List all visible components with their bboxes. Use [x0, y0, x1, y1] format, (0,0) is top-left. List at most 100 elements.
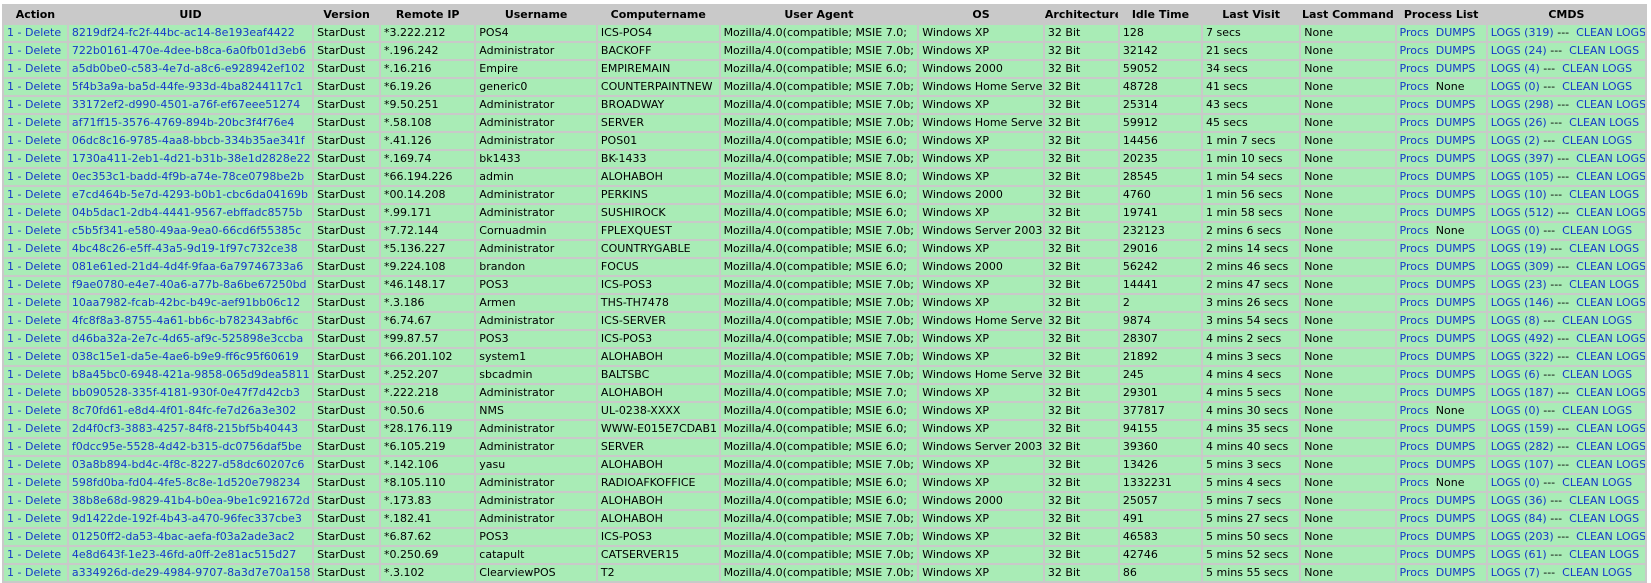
delete-link[interactable]: Delete: [25, 62, 61, 75]
delete-link[interactable]: Delete: [25, 350, 61, 363]
dumps-link[interactable]: DUMPS: [1436, 134, 1476, 147]
logs-link[interactable]: LOGS (8): [1491, 314, 1540, 327]
clean-logs-link[interactable]: CLEAN LOGS: [1576, 206, 1645, 219]
clean-logs-link[interactable]: CLEAN LOGS: [1576, 530, 1645, 543]
logs-link[interactable]: LOGS (24): [1491, 44, 1547, 57]
dumps-link[interactable]: DUMPS: [1436, 296, 1476, 309]
delete-link[interactable]: Delete: [25, 98, 61, 111]
procs-link[interactable]: Procs: [1400, 80, 1429, 93]
procs-link[interactable]: Procs: [1400, 260, 1429, 273]
delete-link[interactable]: Delete: [25, 260, 61, 273]
clean-logs-link[interactable]: CLEAN LOGS: [1562, 134, 1632, 147]
dumps-link[interactable]: DUMPS: [1436, 458, 1476, 471]
uid-link[interactable]: 4bc48c26-e5ff-43a5-9d19-1f97c732ce38: [72, 242, 298, 255]
dumps-link[interactable]: DUMPS: [1436, 494, 1476, 507]
clean-logs-link[interactable]: CLEAN LOGS: [1576, 332, 1645, 345]
delete-link[interactable]: Delete: [25, 170, 61, 183]
dumps-link[interactable]: DUMPS: [1436, 116, 1476, 129]
delete-link[interactable]: Delete: [25, 224, 61, 237]
clean-logs-link[interactable]: CLEAN LOGS: [1562, 224, 1632, 237]
clean-logs-link[interactable]: CLEAN LOGS: [1576, 386, 1645, 399]
procs-link[interactable]: Procs: [1400, 386, 1429, 399]
clean-logs-link[interactable]: CLEAN LOGS: [1569, 116, 1639, 129]
clean-logs-link[interactable]: CLEAN LOGS: [1569, 188, 1639, 201]
delete-link[interactable]: Delete: [25, 530, 61, 543]
clean-logs-link[interactable]: CLEAN LOGS: [1562, 368, 1632, 381]
logs-link[interactable]: LOGS (61): [1491, 548, 1547, 561]
procs-link[interactable]: Procs: [1400, 26, 1429, 39]
dumps-link[interactable]: DUMPS: [1436, 98, 1476, 111]
clean-logs-link[interactable]: CLEAN LOGS: [1576, 440, 1645, 453]
procs-link[interactable]: Procs: [1400, 494, 1429, 507]
delete-link[interactable]: Delete: [25, 314, 61, 327]
dumps-link[interactable]: DUMPS: [1436, 278, 1476, 291]
procs-link[interactable]: Procs: [1400, 296, 1429, 309]
uid-link[interactable]: 2d4f0cf3-3883-4257-84f8-215bf5b40443: [72, 422, 298, 435]
clean-logs-link[interactable]: CLEAN LOGS: [1569, 242, 1639, 255]
logs-link[interactable]: LOGS (2): [1491, 134, 1540, 147]
logs-link[interactable]: LOGS (36): [1491, 494, 1547, 507]
delete-link[interactable]: Delete: [25, 278, 61, 291]
clean-logs-link[interactable]: CLEAN LOGS: [1576, 26, 1645, 39]
dumps-link[interactable]: DUMPS: [1436, 170, 1476, 183]
dumps-link[interactable]: DUMPS: [1436, 44, 1476, 57]
delete-link[interactable]: Delete: [25, 368, 61, 381]
logs-link[interactable]: LOGS (7): [1491, 566, 1540, 579]
uid-link[interactable]: 1730a411-2eb1-4d21-b31b-38e1d2828e22: [72, 152, 311, 165]
uid-link[interactable]: 38b8e68d-9829-41b4-b0ea-9be1c921672d: [72, 494, 310, 507]
procs-link[interactable]: Procs: [1400, 44, 1429, 57]
logs-link[interactable]: LOGS (0): [1491, 80, 1540, 93]
delete-link[interactable]: Delete: [25, 152, 61, 165]
dumps-link[interactable]: DUMPS: [1436, 188, 1476, 201]
dumps-link[interactable]: DUMPS: [1436, 566, 1476, 579]
procs-link[interactable]: Procs: [1400, 458, 1429, 471]
logs-link[interactable]: LOGS (4): [1491, 62, 1540, 75]
logs-link[interactable]: LOGS (159): [1491, 422, 1554, 435]
uid-link[interactable]: 598fd0ba-fd04-4fe5-8c8e-1d520e798234: [72, 476, 301, 489]
clean-logs-link[interactable]: CLEAN LOGS: [1562, 314, 1632, 327]
delete-link[interactable]: Delete: [25, 80, 61, 93]
delete-link[interactable]: Delete: [25, 476, 61, 489]
uid-link[interactable]: 5f4b3a9a-ba5d-44fe-933d-4ba8244117c1: [72, 80, 303, 93]
delete-link[interactable]: Delete: [25, 566, 61, 579]
clean-logs-link[interactable]: CLEAN LOGS: [1576, 170, 1645, 183]
logs-link[interactable]: LOGS (107): [1491, 458, 1554, 471]
uid-link[interactable]: 03a8b894-bd4c-4f8c-8227-d58dc60207c6: [72, 458, 305, 471]
logs-link[interactable]: LOGS (0): [1491, 476, 1540, 489]
logs-link[interactable]: LOGS (84): [1491, 512, 1547, 525]
logs-link[interactable]: LOGS (397): [1491, 152, 1554, 165]
procs-link[interactable]: Procs: [1400, 242, 1429, 255]
uid-link[interactable]: 04b5dac1-2db4-4441-9567-ebffadc8575b: [72, 206, 303, 219]
clean-logs-link[interactable]: CLEAN LOGS: [1569, 278, 1639, 291]
procs-link[interactable]: Procs: [1400, 116, 1429, 129]
clean-logs-link[interactable]: CLEAN LOGS: [1576, 260, 1645, 273]
logs-link[interactable]: LOGS (6): [1491, 368, 1540, 381]
clean-logs-link[interactable]: CLEAN LOGS: [1576, 458, 1645, 471]
procs-link[interactable]: Procs: [1400, 530, 1429, 543]
procs-link[interactable]: Procs: [1400, 152, 1429, 165]
clean-logs-link[interactable]: CLEAN LOGS: [1562, 62, 1632, 75]
dumps-link[interactable]: DUMPS: [1436, 242, 1476, 255]
logs-link[interactable]: LOGS (282): [1491, 440, 1554, 453]
delete-link[interactable]: Delete: [25, 440, 61, 453]
dumps-link[interactable]: DUMPS: [1436, 62, 1476, 75]
procs-link[interactable]: Procs: [1400, 224, 1429, 237]
procs-link[interactable]: Procs: [1400, 512, 1429, 525]
clean-logs-link[interactable]: CLEAN LOGS: [1562, 404, 1632, 417]
clean-logs-link[interactable]: CLEAN LOGS: [1576, 422, 1645, 435]
procs-link[interactable]: Procs: [1400, 206, 1429, 219]
clean-logs-link[interactable]: CLEAN LOGS: [1576, 350, 1645, 363]
delete-link[interactable]: Delete: [25, 404, 61, 417]
clean-logs-link[interactable]: CLEAN LOGS: [1569, 494, 1639, 507]
delete-link[interactable]: Delete: [25, 422, 61, 435]
logs-link[interactable]: LOGS (105): [1491, 170, 1554, 183]
delete-link[interactable]: Delete: [25, 548, 61, 561]
uid-link[interactable]: b8a45bc0-6948-421a-9858-065d9dea5811: [72, 368, 310, 381]
dumps-link[interactable]: DUMPS: [1436, 332, 1476, 345]
uid-link[interactable]: f0dcc95e-5528-4d42-b315-dc0756daf5be: [72, 440, 302, 453]
logs-link[interactable]: LOGS (319): [1491, 26, 1554, 39]
clean-logs-link[interactable]: CLEAN LOGS: [1569, 44, 1639, 57]
delete-link[interactable]: Delete: [25, 242, 61, 255]
clean-logs-link[interactable]: CLEAN LOGS: [1562, 80, 1632, 93]
uid-link[interactable]: 06dc8c16-9785-4aa8-bbcb-334b35ae341f: [72, 134, 305, 147]
